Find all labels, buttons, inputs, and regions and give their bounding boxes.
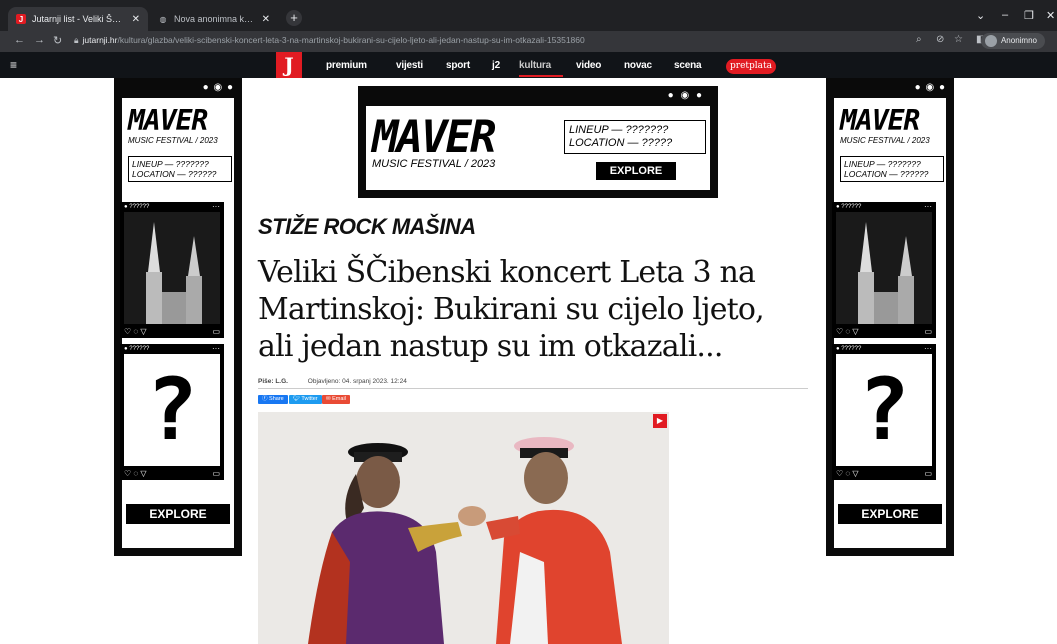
subscribe-button[interactable]: pretplata [726,59,776,74]
browser-tab-bar: J Jutarnji list - Veliki ŠČibenski ko ✕ … [0,0,1057,31]
ad-explore-button[interactable]: EXPLORE [596,162,676,180]
tab-title: Nova anonimna kartica [174,14,256,24]
close-icon[interactable]: ✕ [132,14,140,25]
post-user: ● ?????? [836,346,862,352]
top-ad-banner[interactable]: ● ◉ ● MAVER MUSIC FESTIVAL / 2023 LINEUP… [358,86,718,198]
ad-festival: MUSIC FESTIVAL / 2023 [372,158,496,170]
ad-window-dots-icon: ● ◉ ● [667,90,704,101]
more-icon: ··· [924,202,932,211]
new-tab-icon[interactable]: + [286,10,302,26]
user-icon[interactable]: 👤︎ [1013,110,1027,123]
zoom-icon[interactable]: ⌕ [916,34,922,45]
share-twitter-button[interactable]: 🐦︎ Twitter [289,395,322,404]
author: Piše: L.G. [258,378,288,385]
article-headline: Veliki ŠČibenski koncert Leta 3 na Marti… [258,255,765,364]
tab-active[interactable]: J Jutarnji list - Veliki ŠČibenski ko ✕ [8,7,148,31]
nav-item-j2[interactable]: j2 [492,60,500,71]
lock-icon: 🔒︎ [74,35,79,45]
ad-info-box: LINEUP — ??????? LOCATION — ?????? [128,156,232,182]
question-mark: ? [146,360,198,460]
ad-brand: MAVER [128,104,208,137]
hamburger-menu-icon[interactable]: ≡ [10,58,17,72]
bookmark-icon: ▭ [924,469,932,478]
ad-window-dots-icon: ● ◉ ● [914,82,946,93]
nav-item-video[interactable]: video [576,60,601,71]
article-kicker: STIŽE ROCK MAŠINA [258,214,476,239]
url-field[interactable]: 🔒︎ jutarnji.hr/kultura/glazba/veliki-scib… [74,35,585,46]
nav-item-kultura[interactable]: kultura [519,60,551,71]
incognito-icon: ◍ [159,14,167,24]
question-image: ? [836,354,932,466]
ad-post-question: ● ?????? ··· ? ♡ ◌ ▽ ▭ [120,344,224,480]
ad-info-box: LINEUP — ??????? LOCATION — ????? [564,120,706,154]
tab-title: Jutarnji list - Veliki ŠČibenski ko [32,14,126,24]
more-icon: ··· [924,344,932,353]
article-hero-image[interactable]: ▶ [258,412,669,644]
post-user: ● ?????? [124,204,150,210]
question-image: ? [124,354,220,466]
post-user: ● ?????? [836,204,862,210]
close-icon[interactable]: ✕ [262,14,270,25]
divider [258,388,808,389]
ad-post-question: ● ?????? ··· ? ♡ ◌ ▽ ▭ [832,344,936,480]
ad-brand: MAVER [372,112,496,163]
play-icon[interactable]: ▶ [653,414,667,428]
ad-festival: MUSIC FESTIVAL / 2023 [128,136,218,145]
close-window-icon[interactable]: ✕ [1046,9,1055,22]
nav-item-premium[interactable]: premium [326,60,367,71]
question-mark: ? [858,360,910,460]
nav-item-vijesti[interactable]: vijesti [396,60,423,71]
reload-icon[interactable]: ↻ [53,34,62,47]
post-user: ● ?????? [124,346,150,352]
eye-off-icon[interactable]: ⊘ [936,34,944,45]
incognito-profile-button[interactable]: Anonimno [980,33,1045,49]
bookmark-icon: ▭ [212,469,220,478]
post-actions-icons: ♡ ◌ ▽ [124,327,147,336]
site-logo[interactable]: J [276,52,302,78]
restore-icon[interactable]: ❐ [1024,9,1034,22]
nav-item-sport[interactable]: sport [446,60,470,71]
ad-window-dots-icon: ● ◉ ● [202,82,234,93]
post-actions-icons: ♡ ◌ ▽ [124,469,147,478]
article-byline: Piše: L.G. Objavljeno: 04. srpanj 2023. … [258,378,425,385]
tab-inactive[interactable]: ◍ Nova anonimna kartica ✕ [150,7,278,31]
site-favicon: J [16,14,26,24]
nav-item-scena[interactable]: scena [674,60,702,71]
bookmark-icon: ▭ [924,327,932,336]
side-ad-left[interactable]: ● ◉ ● MAVER MUSIC FESTIVAL / 2023 LINEUP… [114,78,242,556]
back-icon[interactable]: ← [14,34,25,46]
address-bar: ← → ↻ 🔒︎ jutarnji.hr/kultura/glazba/velik… [0,31,1057,52]
cathedral-image [124,212,220,324]
incognito-avatar [984,35,997,47]
post-actions-icons: ♡ ◌ ▽ [836,327,859,336]
ad-brand: MAVER [840,104,920,137]
more-icon: ··· [212,344,220,353]
ad-panel: MAVER MUSIC FESTIVAL / 2023 LINEUP — ???… [366,106,710,190]
side-ad-right[interactable]: ● ◉ ● MAVER MUSIC FESTIVAL / 2023 LINEUP… [826,78,954,556]
share-facebook-button[interactable]: ⓕ Share [258,395,288,404]
ad-post-cathedral: ● ?????? ··· ♡ ◌ ▽ ▭ [120,202,224,338]
forward-icon[interactable]: → [34,34,45,46]
post-actions-icons: ♡ ◌ ▽ [836,469,859,478]
share-email-button[interactable]: ✉ Email [322,395,350,404]
published-date: Objavljeno: 04. srpanj 2023. 12:24 [307,378,407,385]
search-icon[interactable]: ⌕ [1039,110,1045,123]
cathedral-image [836,212,932,324]
more-icon: ··· [212,202,220,211]
ad-explore-button[interactable]: EXPLORE [126,504,230,524]
chevron-down-icon[interactable]: ⌄ [976,9,985,22]
active-nav-indicator [519,75,563,77]
ad-post-cathedral: ● ?????? ··· ♡ ◌ ▽ ▭ [832,202,936,338]
minimize-icon[interactable]: – [1002,9,1008,21]
ad-explore-button[interactable]: EXPLORE [838,504,942,524]
ad-festival: MUSIC FESTIVAL / 2023 [840,136,930,145]
nav-item-novac[interactable]: novac [624,60,652,71]
ad-info-box: LINEUP — ??????? LOCATION — ?????? [840,156,944,182]
bookmark-icon: ▭ [212,327,220,336]
star-icon[interactable]: ☆ [954,34,963,45]
